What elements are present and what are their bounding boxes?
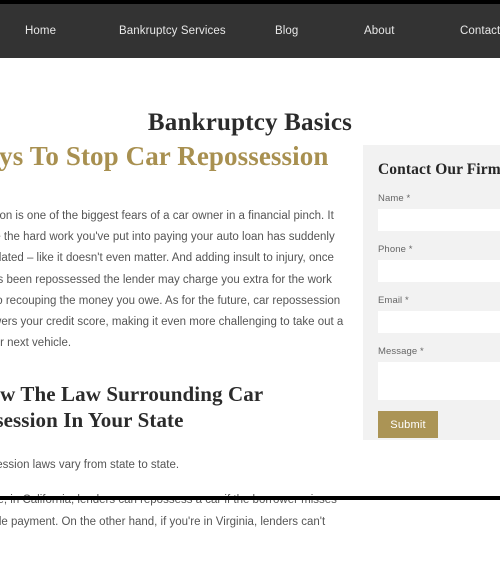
nav-item-contact-us[interactable]: Contact Us xyxy=(460,25,500,37)
nav-item-blog[interactable]: Blog xyxy=(275,25,298,37)
submit-button[interactable]: Submit xyxy=(378,411,438,438)
message-textarea[interactable] xyxy=(378,362,500,400)
contact-form-title: Contact Our Firm xyxy=(378,161,500,178)
nav-item-bankruptcy-services[interactable]: Bankruptcy Services xyxy=(119,25,226,37)
email-input[interactable] xyxy=(378,311,500,333)
name-field-label: Name * xyxy=(378,193,411,204)
name-input[interactable] xyxy=(378,209,500,231)
article-paragraph-1: Repossession is one of the biggest fears… xyxy=(0,209,344,350)
phone-field-label: Phone * xyxy=(378,244,413,255)
article-content: 5 Ways To Stop Car Repossession Reposses… xyxy=(0,140,345,568)
heading-spacer xyxy=(0,184,345,206)
message-field-label: Message * xyxy=(378,346,424,357)
article-paragraph-2: Car repossession laws vary from state to… xyxy=(0,459,180,472)
sub-heading-spacer xyxy=(0,443,345,455)
contact-form-panel: Contact Our Firm Name * Phone * Email * … xyxy=(363,145,500,440)
nav-item-home[interactable]: Home xyxy=(25,25,56,37)
page-title: Bankruptcy Basics xyxy=(147,108,353,136)
nav-item-about[interactable]: About xyxy=(364,25,395,37)
bottom-accent-bar xyxy=(0,496,500,500)
phone-input[interactable] xyxy=(378,260,500,282)
article-heading: 5 Ways To Stop Car Repossession xyxy=(0,141,329,171)
article-sub-heading: 1. Know The Law Surrounding Car Reposses… xyxy=(0,381,263,432)
email-field-label: Email * xyxy=(378,295,409,306)
main-navigation-bar: Home Bankruptcy Services Blog About Cont… xyxy=(0,4,500,58)
